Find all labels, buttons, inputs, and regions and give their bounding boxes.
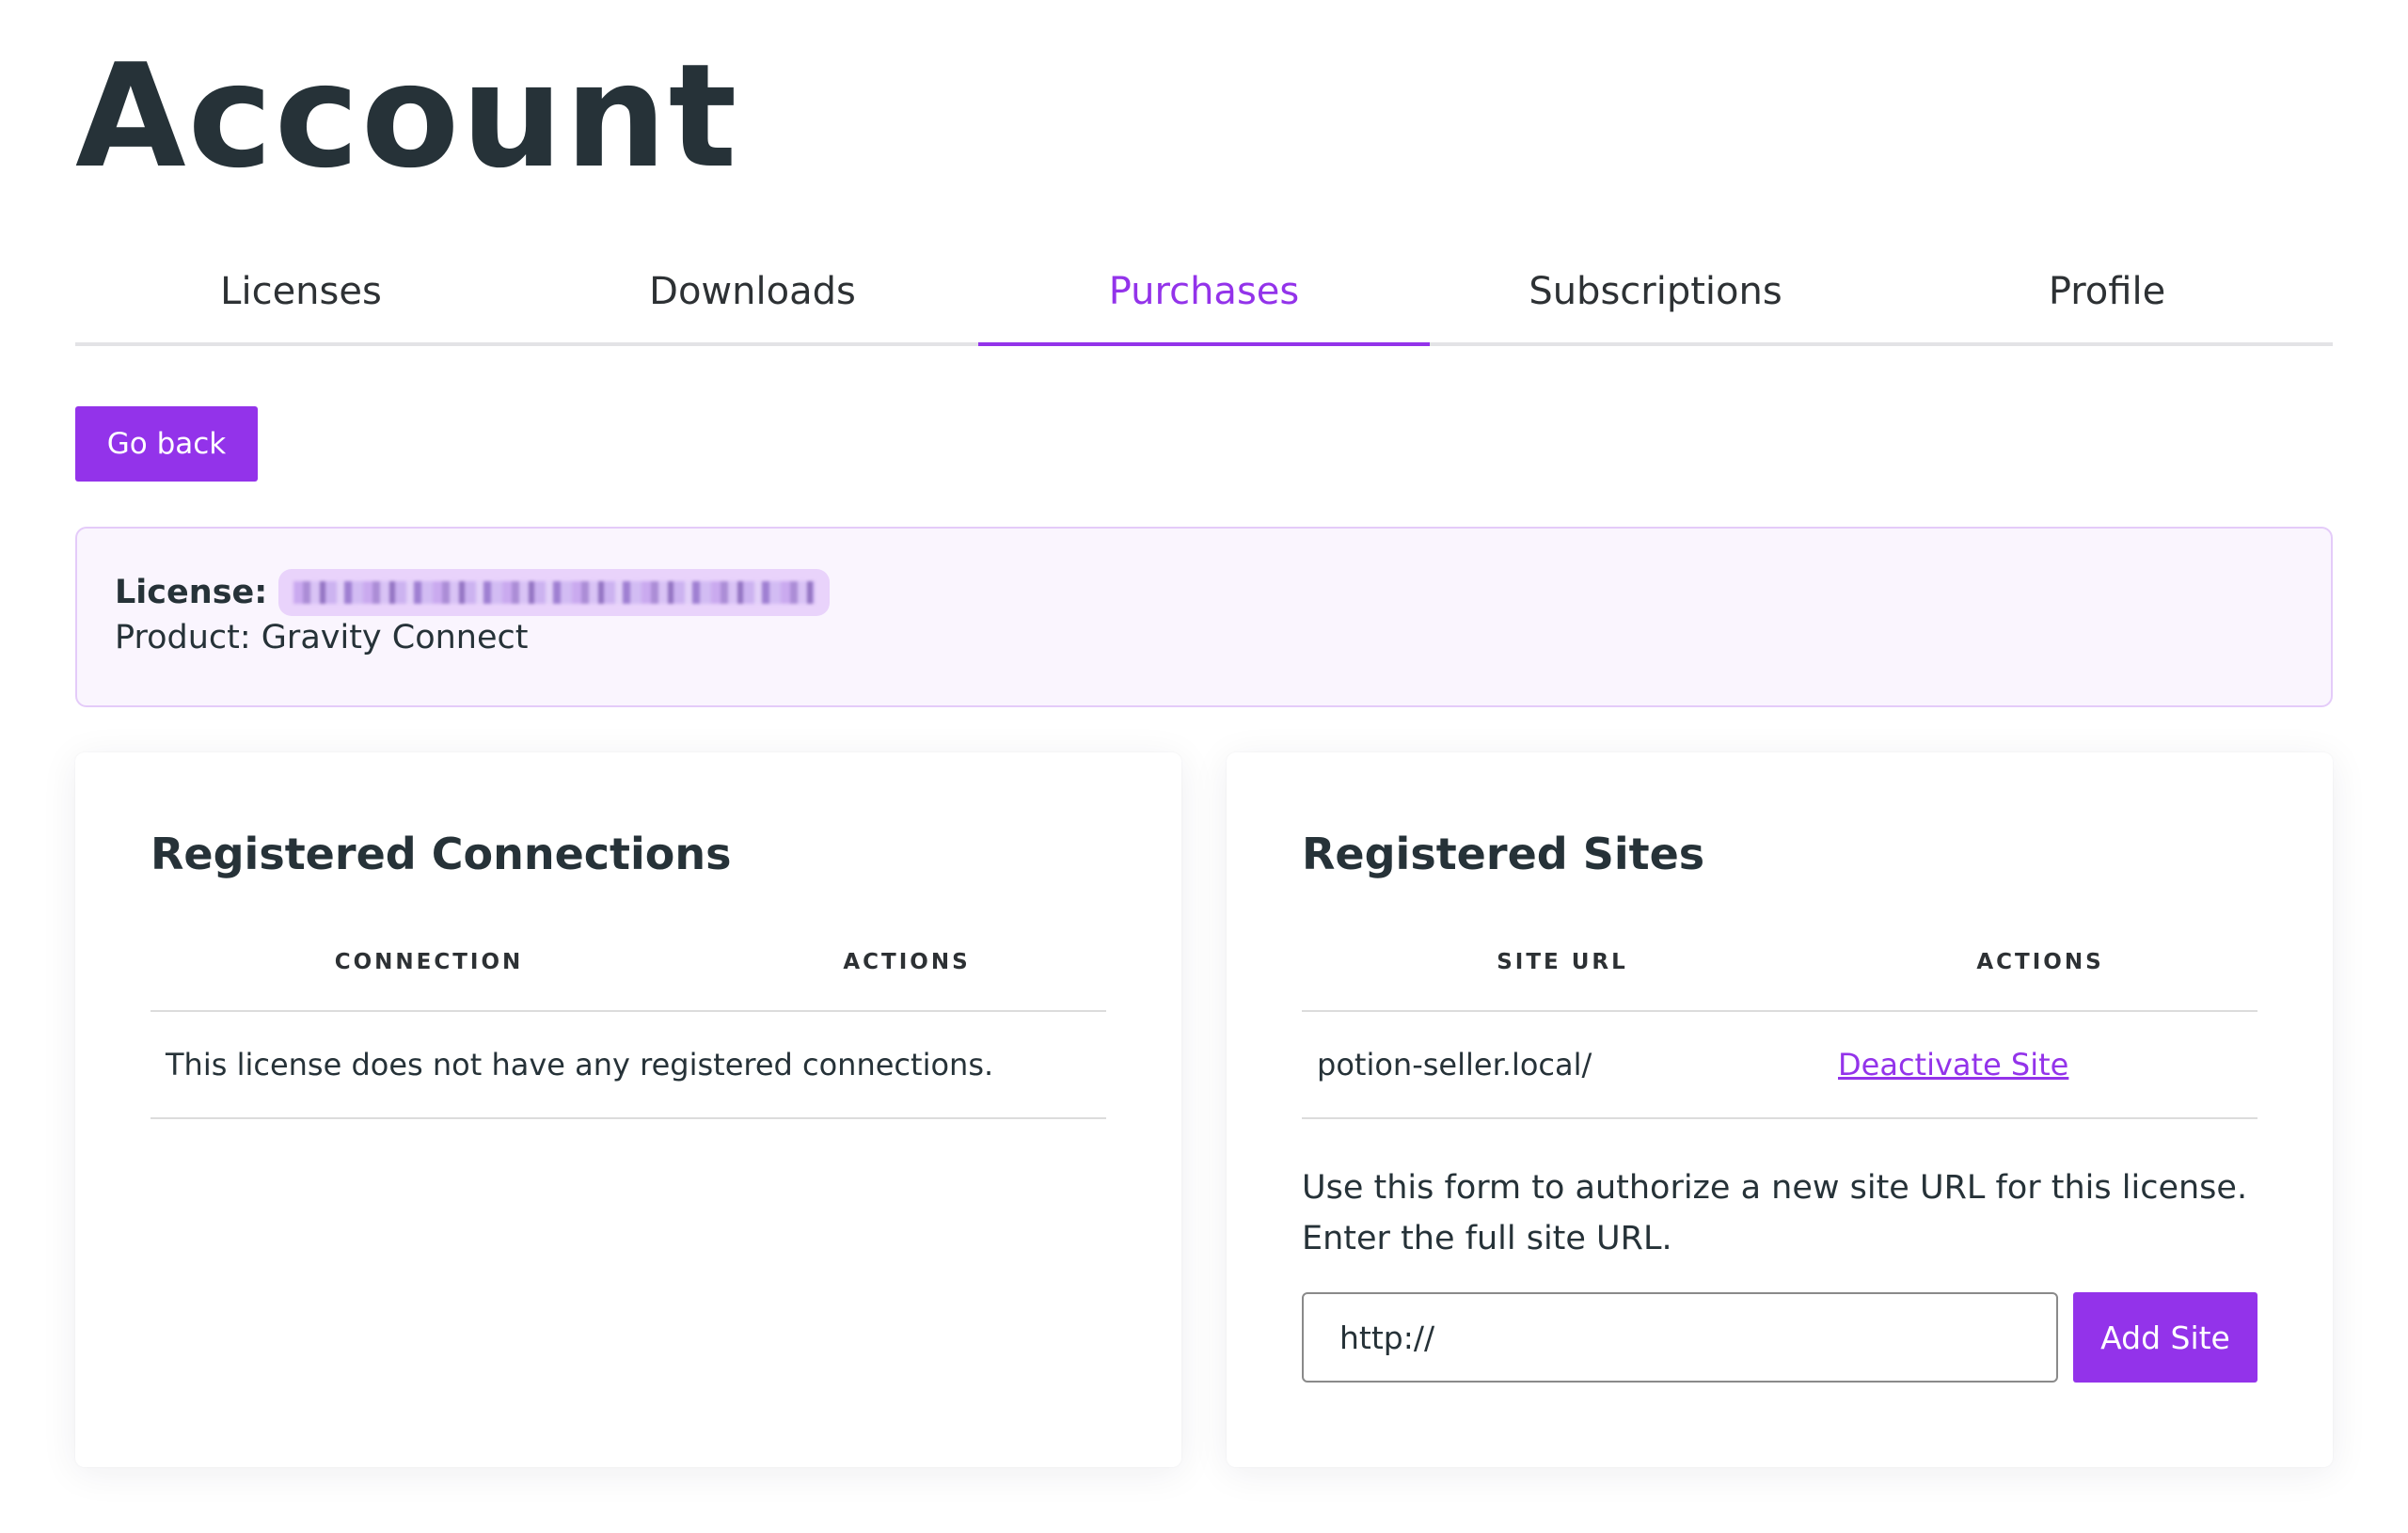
table-row: potion-seller.local/ Deactivate Site bbox=[1302, 1012, 2258, 1119]
add-site-description-line-2: Enter the full site URL. bbox=[1302, 1220, 1672, 1257]
table-row: This license does not have any registere… bbox=[150, 1012, 1106, 1119]
connections-table-header: CONNECTION ACTIONS bbox=[150, 940, 1106, 1012]
account-tabs: Licenses Downloads Purchases Subscriptio… bbox=[75, 246, 2333, 346]
site-url: potion-seller.local/ bbox=[1317, 1047, 1592, 1083]
tab-profile[interactable]: Profile bbox=[1881, 246, 2333, 342]
registered-sites-card: Registered Sites SITE URL ACTIONS potion… bbox=[1227, 752, 2333, 1467]
deactivate-site-link[interactable]: Deactivate Site bbox=[1823, 1047, 2068, 1083]
column-actions: ACTIONS bbox=[843, 950, 971, 974]
product-name: Product: Gravity Connect bbox=[115, 619, 529, 656]
registered-connections-title: Registered Connections bbox=[150, 829, 732, 879]
column-site-url: SITE URL bbox=[1497, 950, 1628, 974]
registered-connections-card: Registered Connections CONNECTION ACTION… bbox=[75, 752, 1181, 1467]
tab-downloads[interactable]: Downloads bbox=[527, 246, 978, 342]
license-line: License: bbox=[115, 568, 2293, 617]
registered-sites-title: Registered Sites bbox=[1302, 829, 1705, 879]
add-site-button[interactable]: Add Site bbox=[2073, 1292, 2258, 1383]
add-site-description: Use this form to authorize a new site UR… bbox=[1302, 1162, 2258, 1264]
site-url-input[interactable] bbox=[1302, 1292, 2058, 1383]
tab-licenses[interactable]: Licenses bbox=[75, 246, 527, 342]
tab-purchases[interactable]: Purchases bbox=[978, 246, 1430, 346]
add-site-description-line-1: Use this form to authorize a new site UR… bbox=[1302, 1169, 2248, 1207]
tab-subscriptions[interactable]: Subscriptions bbox=[1430, 246, 1881, 342]
column-actions: ACTIONS bbox=[1976, 950, 2104, 974]
empty-connections-message: This license does not have any registere… bbox=[166, 1047, 994, 1083]
license-label: License: bbox=[115, 574, 268, 611]
go-back-button[interactable]: Go back bbox=[75, 406, 258, 482]
pixelated-redaction bbox=[293, 581, 816, 604]
sites-table-header: SITE URL ACTIONS bbox=[1302, 940, 2258, 1012]
column-connection: CONNECTION bbox=[334, 950, 524, 974]
license-info-box: License: Product: Gravity Connect bbox=[75, 527, 2333, 707]
page-title: Account bbox=[75, 33, 739, 199]
add-site-form: Add Site bbox=[1302, 1292, 2258, 1383]
license-key-obscured bbox=[278, 569, 831, 616]
